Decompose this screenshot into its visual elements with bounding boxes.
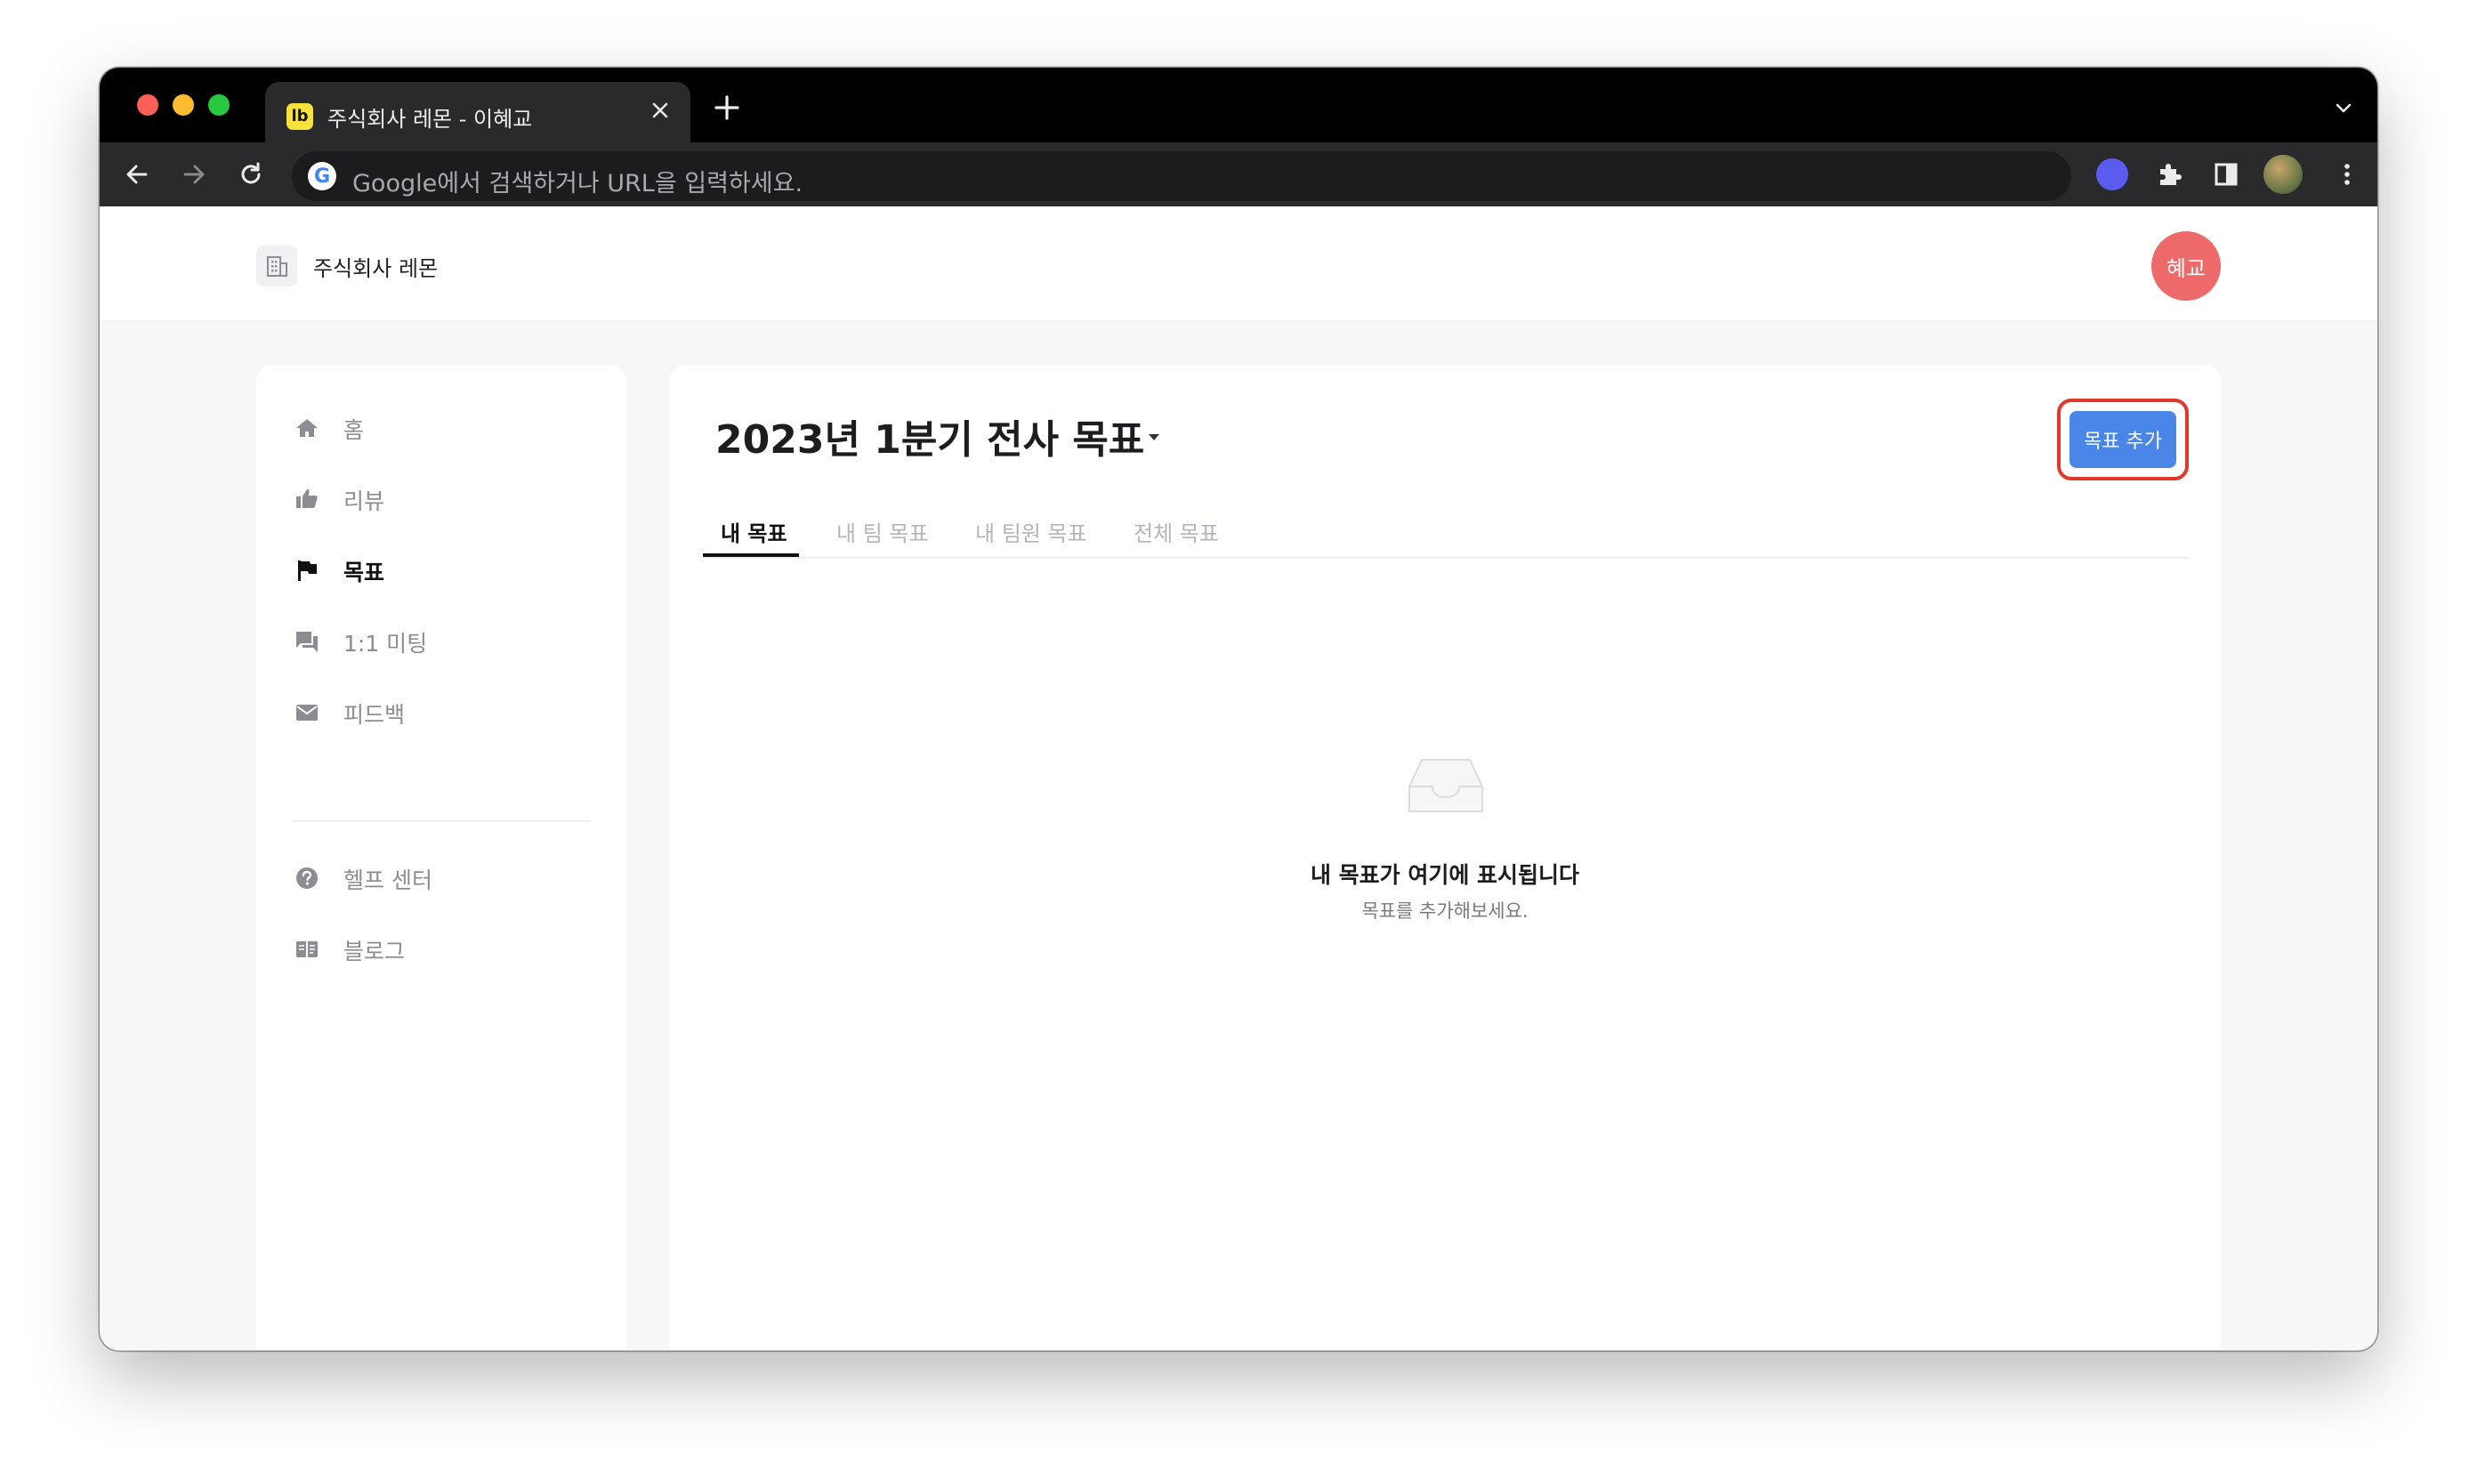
sidebar-nav: 홈 리뷰 목표 1:1 미팅 피드백 헬프 센터 블로그 (256, 365, 626, 1351)
tab-my-team-members-goals[interactable]: 내 팀원 목표 (975, 516, 1087, 547)
sidebar-item-feedback[interactable]: 피드백 (256, 685, 626, 738)
goal-tabs: 내 목표 내 팀 목표 내 팀원 목표 전체 목표 (703, 498, 2189, 559)
sidebar-item-label: 1:1 미팅 (343, 631, 428, 657)
profile-avatar[interactable] (2263, 155, 2303, 194)
sidebar-item-label: 리뷰 (343, 488, 385, 514)
active-tab-indicator (703, 553, 799, 557)
goals-panel: 2023년 1분기 전사 목표 목표 추가 내 목표 내 팀 목표 내 팀원 목… (669, 365, 2221, 1351)
sidebar-item-home[interactable]: 홈 (256, 400, 626, 454)
minimize-window-button[interactable] (173, 94, 194, 116)
help-icon (296, 867, 318, 889)
maximize-window-button[interactable] (208, 94, 230, 116)
app-header: 주식회사 레몬 혜교 (100, 206, 2377, 321)
sidebar-item-goals[interactable]: 목표 (256, 543, 626, 596)
tab-my-goals[interactable]: 내 목표 (721, 516, 787, 547)
sidebar-divider (294, 820, 591, 822)
sidebar-item-label: 블로그 (343, 939, 406, 964)
page-title[interactable]: 2023년 1분기 전사 목표 (715, 407, 1144, 464)
sidebar-item-help-center[interactable]: 헬프 센터 (256, 851, 626, 904)
puzzle-extensions-icon[interactable] (2153, 158, 2185, 190)
sidebar-item-label: 헬프 센터 (343, 867, 432, 893)
reload-icon[interactable] (235, 158, 267, 190)
empty-state-title: 내 목표가 여기에 표시됩니다 (1310, 862, 1580, 888)
back-arrow-icon[interactable] (121, 158, 153, 190)
side-panel-icon[interactable] (2210, 158, 2242, 190)
empty-state-subtitle: 목표를 추가해보세요. (1361, 900, 1529, 922)
building-icon (256, 246, 297, 286)
sidebar-item-label: 목표 (343, 560, 385, 585)
more-menu-icon[interactable] (2331, 158, 2363, 190)
sidebar-item-label: 홈 (343, 417, 365, 443)
caret-down-icon[interactable] (1144, 427, 1164, 447)
company-name[interactable]: 주식회사 레몬 (313, 251, 438, 282)
empty-inbox-icon (1408, 759, 1483, 812)
mail-icon (296, 705, 318, 721)
browser-toolbar: G Google에서 검색하거나 URL을 입력하세요. (100, 142, 2377, 206)
close-window-button[interactable] (137, 94, 158, 116)
flag-icon (298, 561, 317, 581)
add-goal-button[interactable]: 목표 추가 (2070, 411, 2176, 468)
tab-strip: lb 주식회사 레몬 - 이혜교 (100, 68, 2377, 142)
user-avatar[interactable]: 혜교 (2151, 231, 2221, 301)
tab-all-goals[interactable]: 전체 목표 (1134, 516, 1219, 547)
book-icon (296, 941, 318, 957)
tab-title: 주식회사 레몬 - 이혜교 (327, 107, 533, 132)
home-icon (296, 419, 318, 437)
address-bar[interactable]: G Google에서 검색하거나 URL을 입력하세요. (292, 151, 2071, 201)
tab-my-team-goals[interactable]: 내 팀 목표 (836, 516, 929, 547)
browser-window: lb 주식회사 레몬 - 이혜교 G Google에서 검색하거나 URL을 입… (100, 68, 2377, 1351)
lemonbase-favicon-icon: lb (286, 103, 313, 130)
sidebar-item-label: 피드백 (343, 702, 406, 728)
browser-tab[interactable]: lb 주식회사 레몬 - 이혜교 (265, 82, 690, 142)
address-bar-placeholder: Google에서 검색하거나 URL을 입력하세요. (352, 170, 803, 198)
close-tab-icon[interactable] (646, 96, 674, 125)
sidebar-item-one-on-one[interactable]: 1:1 미팅 (256, 614, 626, 667)
forward-arrow-icon[interactable] (178, 158, 210, 190)
sidebar-item-blog[interactable]: 블로그 (256, 922, 626, 975)
chat-icon (296, 632, 318, 652)
new-tab-icon[interactable] (714, 94, 740, 121)
extension-vpn-icon[interactable] (2096, 158, 2128, 190)
thumbs-up-icon (296, 489, 318, 508)
sidebar-item-review[interactable]: 리뷰 (256, 472, 626, 525)
chevron-down-icon[interactable] (2333, 98, 2354, 119)
google-logo-icon: G (308, 162, 336, 190)
